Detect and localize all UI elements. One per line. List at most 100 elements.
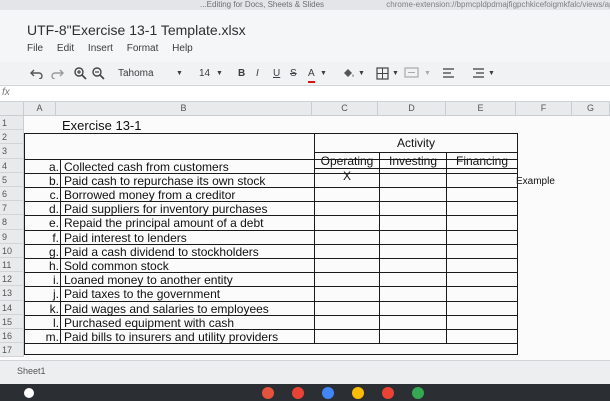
document-title[interactable]: UTF-8"Exercise 13-1 Template.xlsx [27, 22, 246, 38]
italic-button[interactable]: I [256, 67, 259, 81]
undo-icon[interactable] [30, 67, 44, 79]
menu-file[interactable]: File [27, 43, 43, 54]
text-color-chevron-icon[interactable]: ▼ [320, 67, 327, 81]
item-description[interactable]: Paid taxes to the government [64, 287, 312, 301]
more-format-icon[interactable] [472, 67, 485, 79]
column-divider [314, 314, 315, 330]
item-description[interactable]: Paid a cash dividend to stockholders [64, 245, 312, 259]
sheet-tab-sheet1[interactable]: Sheet1 [17, 366, 46, 376]
bold-button[interactable]: B [238, 67, 245, 81]
launcher-icon[interactable] [24, 388, 34, 398]
row-header-13[interactable]: 13 [0, 286, 24, 301]
menu-insert[interactable]: Insert [88, 43, 113, 54]
item-description[interactable]: Paid wages and salaries to employees [64, 302, 312, 316]
row-header-3[interactable]: 3 [0, 144, 24, 159]
column-header-a[interactable]: A [24, 102, 56, 116]
browser-tab-text[interactable]: ...Editing for Docs, Sheets & Slides [200, 0, 324, 9]
font-family-select[interactable]: Tahoma [118, 67, 154, 81]
column-divider [446, 258, 447, 274]
chrome-icon[interactable] [262, 387, 274, 399]
drive-icon[interactable] [352, 387, 364, 399]
spreadsheet-grid[interactable]: A B C D E F G Exercise 13-1 Activity Ope… [0, 102, 610, 370]
merge-cells-icon[interactable] [404, 67, 419, 78]
fill-color-chevron-icon[interactable]: ▼ [358, 67, 365, 81]
align-icon[interactable] [442, 67, 455, 79]
exercise-title[interactable]: Exercise 13-1 [62, 119, 141, 133]
menu-help[interactable]: Help [172, 43, 193, 54]
fill-color-icon[interactable] [342, 67, 356, 80]
select-all-corner[interactable] [0, 102, 24, 116]
row-header-15[interactable]: 15 [0, 314, 24, 329]
row-header-9[interactable]: 9 [0, 229, 24, 244]
menu-format[interactable]: Format [127, 43, 159, 54]
item-description[interactable]: Paid cash to repurchase its own stock [64, 174, 312, 188]
column-header-f[interactable]: F [516, 102, 572, 116]
item-letter[interactable]: b. [24, 174, 59, 188]
column-header-g[interactable]: G [572, 102, 610, 116]
more-format-chevron-icon[interactable]: ▼ [488, 67, 495, 81]
item-description[interactable]: Sold common stock [64, 259, 312, 273]
item-letter[interactable]: a. [24, 160, 59, 174]
row-header-1[interactable]: 1 [0, 116, 24, 131]
row-header-16[interactable]: 16 [0, 329, 24, 344]
row-header-4[interactable]: 4 [0, 158, 24, 173]
row-header-14[interactable]: 14 [0, 300, 24, 315]
item-description[interactable]: Paid bills to insurers and utility provi… [64, 330, 312, 344]
borders-chevron-icon[interactable]: ▼ [392, 67, 399, 81]
item-letter[interactable]: m. [24, 330, 59, 344]
row-header-17[interactable]: 17 [0, 343, 24, 358]
activity-header[interactable]: Activity [314, 136, 518, 150]
browser-url[interactable]: chrome-extension://bpmcpldpdmajfigpchkic… [386, 0, 610, 9]
font-size-select[interactable]: 14 [199, 67, 210, 81]
item-letter[interactable]: j. [24, 287, 59, 301]
docs-icon[interactable] [322, 387, 334, 399]
column-header-e[interactable]: E [446, 102, 516, 116]
row-header-11[interactable]: 11 [0, 258, 24, 273]
item-letter[interactable]: i. [24, 273, 59, 287]
font-size-chevron-icon[interactable]: ▼ [216, 67, 223, 81]
item-letter[interactable]: c. [24, 188, 59, 202]
formula-bar[interactable]: fx [0, 86, 610, 102]
row-header-5[interactable]: 5 [0, 172, 24, 187]
item-letter[interactable]: g. [24, 245, 59, 259]
zoom-in-icon[interactable] [74, 67, 87, 80]
row-header-12[interactable]: 12 [0, 272, 24, 287]
item-letter[interactable]: k. [24, 302, 59, 316]
item-description[interactable]: Loaned money to another entity [64, 273, 312, 287]
item-description[interactable]: Borrowed money from a creditor [64, 188, 312, 202]
column-divider [60, 187, 61, 203]
item-letter[interactable]: l. [24, 316, 59, 330]
row-header-8[interactable]: 8 [0, 215, 24, 230]
item-description[interactable]: Purchased equipment with cash [64, 316, 312, 330]
row-header-10[interactable]: 10 [0, 243, 24, 258]
item-letter[interactable]: e. [24, 216, 59, 230]
menu-edit[interactable]: Edit [57, 43, 74, 54]
text-color-button[interactable]: A [308, 67, 315, 83]
play-store-icon[interactable] [412, 387, 424, 399]
item-description[interactable]: Collected cash from customers [64, 160, 312, 174]
column-header-b[interactable]: B [56, 102, 312, 116]
item-description[interactable]: Repaid the principal amount of a debt [64, 216, 312, 230]
merge-chevron-icon[interactable]: ▼ [424, 67, 431, 81]
row-header-2[interactable]: 2 [0, 130, 24, 145]
row-header-7[interactable]: 7 [0, 201, 24, 216]
column-divider [60, 215, 61, 231]
redo-icon[interactable] [50, 67, 64, 79]
item-letter[interactable]: d. [24, 202, 59, 216]
column-header-d[interactable]: D [378, 102, 446, 116]
underline-button[interactable]: U [273, 67, 280, 81]
item-description[interactable]: Paid suppliers for inventory purchases [64, 202, 312, 216]
item-letter[interactable]: h. [24, 259, 59, 273]
strikethrough-button[interactable]: S [290, 67, 297, 81]
borders-icon[interactable] [376, 67, 389, 80]
gmail-icon[interactable] [292, 387, 304, 399]
item-letter[interactable]: f. [24, 231, 59, 245]
font-family-chevron-icon[interactable]: ▼ [176, 67, 183, 81]
column-divider [379, 172, 380, 188]
row-header-6[interactable]: 6 [0, 187, 24, 202]
example-label[interactable]: Example [516, 175, 555, 189]
zoom-out-icon[interactable] [92, 67, 105, 80]
column-header-c[interactable]: C [312, 102, 378, 116]
youtube-icon[interactable] [382, 387, 394, 399]
item-description[interactable]: Paid interest to lenders [64, 231, 312, 245]
